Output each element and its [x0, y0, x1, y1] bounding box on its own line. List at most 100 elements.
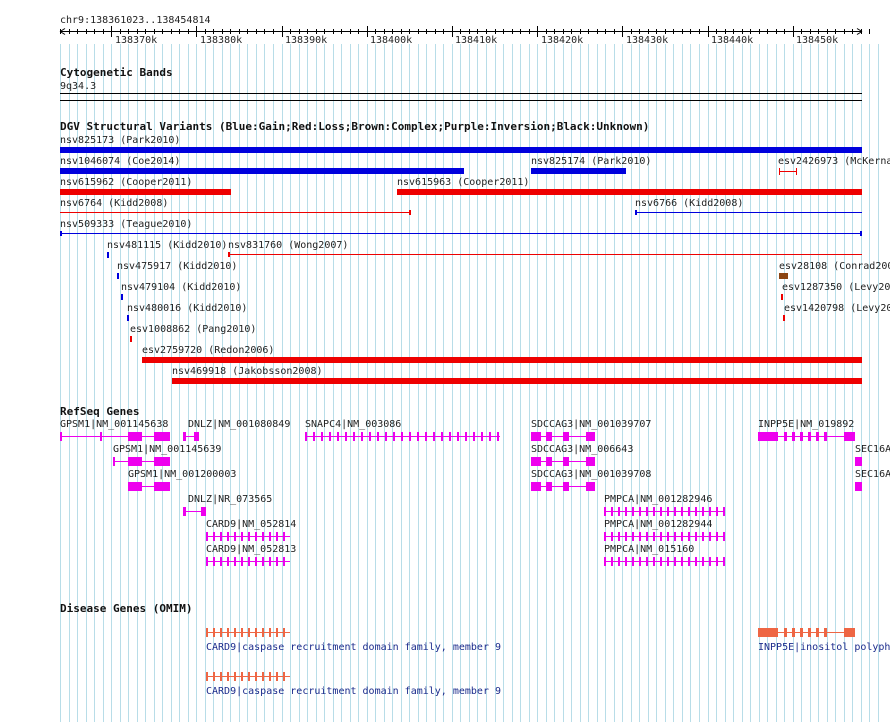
gene-model	[154, 457, 170, 466]
ruler-tick-label: 138450k	[796, 35, 839, 46]
gene-model	[709, 507, 711, 516]
dgv-variant-label[interactable]: nsv1046074 (Coe2014)	[60, 156, 180, 167]
gene-label[interactable]: SDCCAG3|NM_006643	[531, 444, 633, 455]
gene-model	[234, 532, 236, 541]
ruler-tick-label: 138370k	[115, 35, 158, 46]
gene-label[interactable]: GPSM1|NM_001145639	[113, 444, 221, 455]
refseq-track-title[interactable]: RefSeq Genes	[60, 406, 139, 418]
genome-browser-view[interactable]: chr9:138361023..138454814 138370k 138380…	[0, 0, 890, 722]
gene-label[interactable]: SEC16A|NM_153181	[855, 469, 890, 480]
dgv-variant-label[interactable]: esv2759720 (Redon2006)	[142, 345, 274, 356]
gene-model	[531, 482, 541, 491]
dgv-variant-label[interactable]: nsv475917 (Kidd2010)	[117, 261, 237, 272]
gene-label[interactable]: SEC16A|NM_014866	[855, 444, 890, 455]
dgv-variant-label[interactable]: nsv825174 (Park2010)	[531, 156, 651, 167]
gene-label[interactable]: DNLZ|NM_001080849	[188, 419, 290, 430]
gene-model	[660, 557, 662, 566]
gene-label[interactable]: SDCCAG3|NM_001039707	[531, 419, 651, 430]
gene-model	[618, 557, 620, 566]
dgv-variant-label[interactable]: esv28108 (Conrad2009)	[779, 261, 890, 272]
gene-model	[241, 557, 243, 566]
dgv-variant-label[interactable]: nsv509333 (Teague2010)	[60, 219, 192, 230]
gene-label[interactable]: SDCCAG3|NM_001039708	[531, 469, 651, 480]
gene-model	[688, 507, 690, 516]
gene-label[interactable]: PMPCA|NM_015160	[604, 544, 694, 555]
cytoband-track-title[interactable]: Cytogenetic Bands	[60, 67, 173, 79]
dgv-variant-label[interactable]: nsv615962 (Cooper2011)	[60, 177, 192, 188]
dgv-variant-bar	[60, 231, 62, 236]
ruler-tick-label: 138430k	[626, 35, 669, 46]
gene-model	[808, 432, 811, 441]
dgv-variant-label[interactable]: nsv615963 (Cooper2011)	[397, 177, 529, 188]
omim-gene-model	[248, 672, 250, 681]
gene-model	[563, 482, 569, 491]
gene-model	[667, 507, 669, 516]
dgv-variant-label[interactable]: nsv479104 (Kidd2010)	[121, 282, 241, 293]
dgv-variant-bar	[142, 357, 862, 363]
gene-label[interactable]: DNLZ|NR_073565	[188, 494, 272, 505]
ruler-tick-label: 138380k	[200, 35, 243, 46]
omim-gene-model	[255, 628, 257, 637]
gene-model	[674, 532, 676, 541]
gene-label[interactable]: PMPCA|NM_001282946	[604, 494, 712, 505]
gene-model	[227, 532, 229, 541]
gene-label[interactable]: CARD9|NM_052814	[206, 519, 296, 530]
cytoband-label[interactable]: 9q34.3	[60, 81, 96, 92]
gene-model	[646, 507, 648, 516]
omim-gene-model	[213, 628, 215, 637]
dgv-variant-bar	[117, 273, 119, 279]
omim-gene-label[interactable]: CARD9|caspase recruitment domain family,…	[206, 686, 501, 697]
gene-model	[639, 507, 641, 516]
dgv-variant-label[interactable]: nsv6764 (Kidd2008)	[60, 198, 168, 209]
gene-label[interactable]: PMPCA|NM_001282944	[604, 519, 712, 530]
gene-model	[716, 557, 718, 566]
dgv-variant-label[interactable]: nsv6766 (Kidd2008)	[635, 198, 743, 209]
gene-model	[618, 507, 620, 516]
dgv-variant-label[interactable]: nsv480016 (Kidd2010)	[127, 303, 247, 314]
gene-label[interactable]: SNAPC4|NM_003086	[305, 419, 401, 430]
gene-model	[481, 432, 483, 441]
gene-model	[417, 432, 419, 441]
dgv-variant-label[interactable]: esv1008862 (Pang2010)	[130, 324, 256, 335]
gene-model	[283, 532, 285, 541]
gene-label[interactable]: INPP5E|NM_019892	[758, 419, 854, 430]
omim-gene-label[interactable]: CARD9|caspase recruitment domain family,…	[206, 642, 501, 653]
omim-track-title[interactable]: Disease Genes (OMIM)	[60, 603, 192, 615]
gene-label[interactable]: GPSM1|NM_001200003	[128, 469, 236, 480]
dgv-variant-label[interactable]: nsv481115 (Kidd2010)	[107, 240, 227, 251]
gene-model	[695, 507, 697, 516]
ruler-tick-label: 138440k	[711, 35, 754, 46]
dgv-variant-label[interactable]: esv2426973 (McKernan2009)	[778, 156, 890, 167]
omim-gene-model	[262, 672, 264, 681]
gene-model	[667, 532, 669, 541]
gene-model	[646, 557, 648, 566]
gene-model	[154, 482, 170, 491]
gene-model	[473, 432, 475, 441]
gene-label[interactable]: CARD9|NM_052813	[206, 544, 296, 555]
omim-gene-label[interactable]: INPP5E|inositol polyphosphate-5-phosphat…	[758, 642, 890, 653]
dgv-variant-bar	[130, 336, 132, 342]
gene-model	[313, 432, 315, 441]
dgv-variant-bar	[172, 378, 862, 384]
gene-label[interactable]: GPSM1|NM_001145638	[60, 419, 168, 430]
dgv-variant-label[interactable]: nsv825173 (Park2010)	[60, 135, 180, 146]
dgv-variant-bar	[60, 189, 231, 195]
gene-model	[632, 557, 634, 566]
gene-model	[353, 432, 355, 441]
gene-model	[100, 432, 102, 441]
dgv-variant-bar	[60, 168, 464, 174]
dgv-track-title[interactable]: DGV Structural Variants (Blue:Gain;Red:L…	[60, 121, 649, 133]
gene-model	[604, 507, 606, 516]
gene-model	[702, 507, 704, 516]
omim-gene-model	[784, 628, 787, 637]
gene-model	[611, 557, 613, 566]
omim-gene-model	[824, 628, 827, 637]
gene-model	[497, 432, 499, 441]
dgv-variant-label[interactable]: esv1420798 (Levy2007)	[784, 303, 890, 314]
dgv-variant-label[interactable]: nsv831760 (Wong2007)	[228, 240, 348, 251]
gene-model	[321, 432, 323, 441]
omim-gene-model	[283, 628, 285, 637]
dgv-variant-label[interactable]: nsv469918 (Jakobsson2008)	[172, 366, 323, 377]
dgv-variant-label[interactable]: esv1287350 (Levy2007)	[782, 282, 890, 293]
omim-gene-model	[269, 672, 271, 681]
